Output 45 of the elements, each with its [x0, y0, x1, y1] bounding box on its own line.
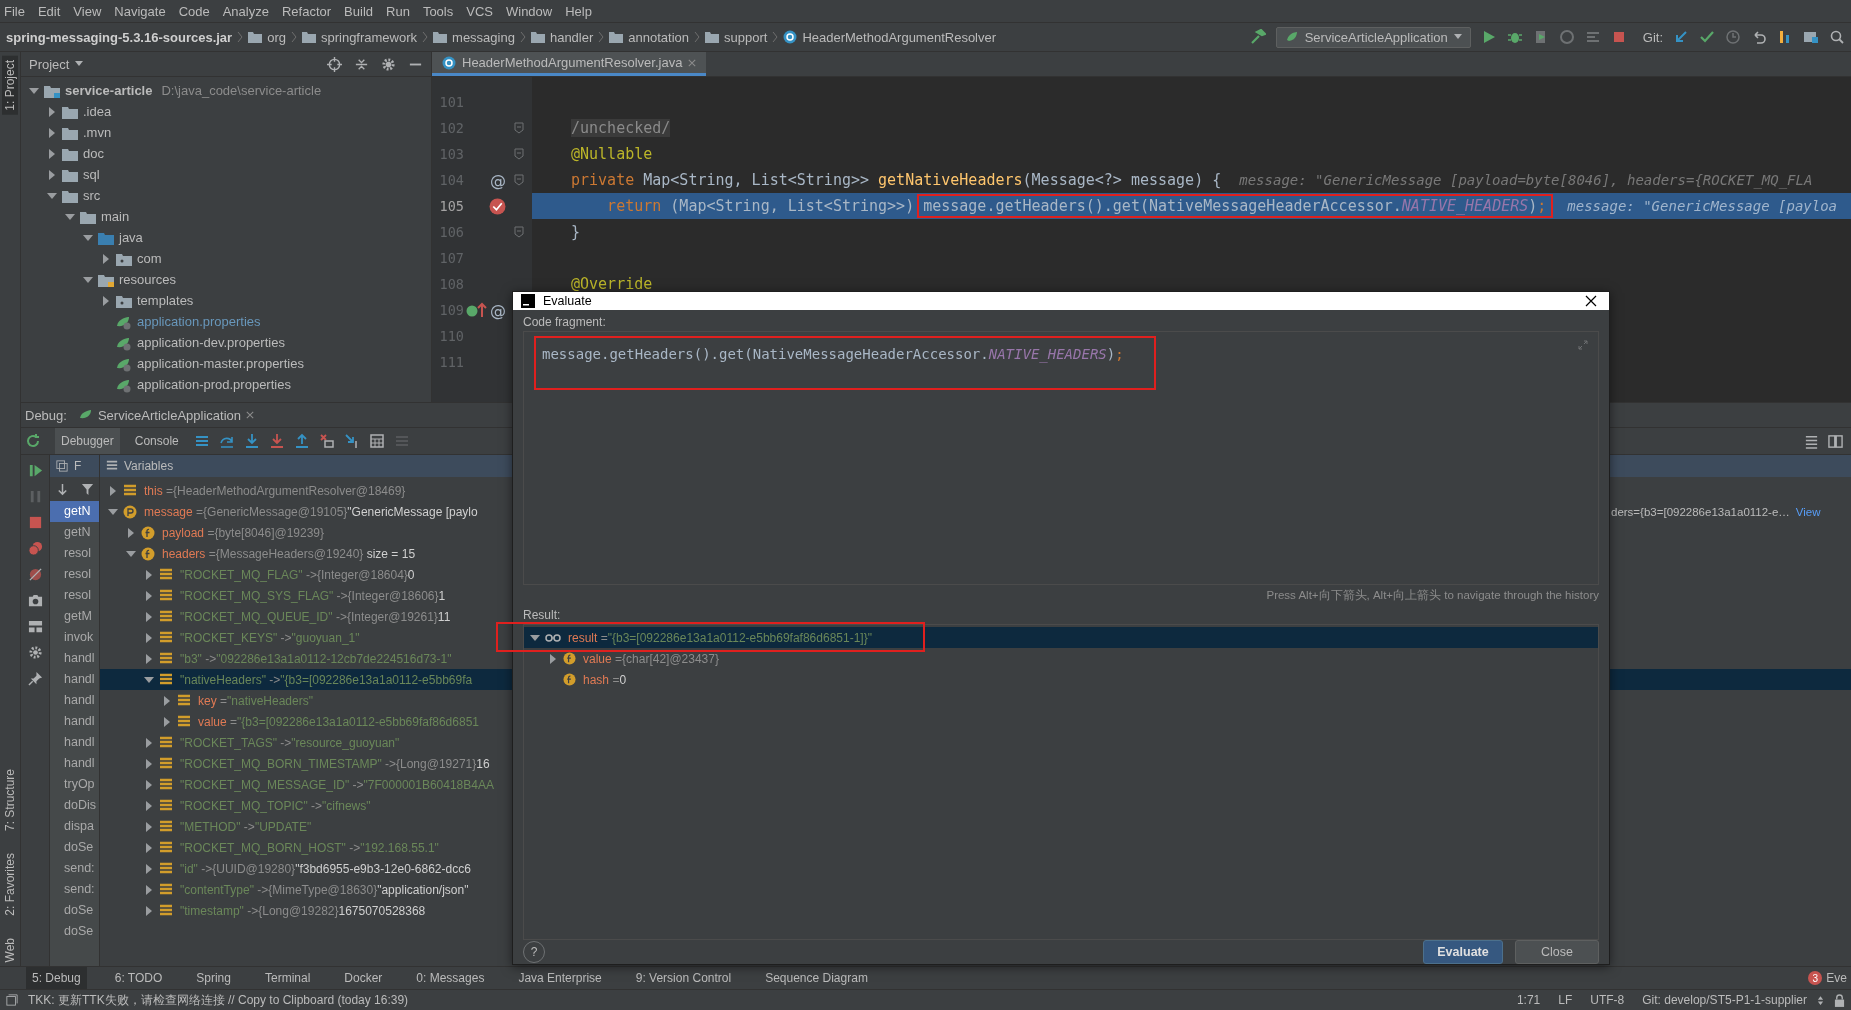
highlighted-code: message.getHeaders().get(NativeMessageHeaderAccessor.NATIVE_HEADERS); [534, 336, 1156, 390]
variable-value: "nativeHeaders" ->"{b3=[092286e13a1a0112-e5bb69fa [180, 672, 473, 687]
status-message: TKK: 更新TTK失败，请检查网络连接 // Copy to Clipboard (today 16:39) [28, 991, 409, 1009]
variable-value: value ="{b3=[092286e13a1a0112-e5bb69faf86d6851 [198, 714, 479, 729]
project-path: D:\java_code\service-article [161, 83, 322, 98]
variable-value: "ROCKET_MQ_BORN_TIMESTAMP" ->{Long@19271}16 [180, 756, 490, 771]
line-number: 105 [438, 198, 465, 214]
code-line: return (Map<String, List<String>>) [606, 197, 915, 215]
variable-value: "id" ->{UUID@19280}"f3bd6955-e9b3-12e0-6862-dcc6 [180, 861, 471, 876]
variable-value: "METHOD" ->"UPDATE" [180, 819, 312, 834]
result-value: result ="{b3=[092286e13a1a0112-e5bb69faf86d6851-1]}" [568, 630, 872, 645]
variable-value: this ={HeaderMethodArgumentResolver@18469} [144, 483, 406, 498]
code-line: private Map<String, List<String>> getNativeHeaders(Message<?> message) { [571, 171, 1222, 189]
result-value: hash =0 [583, 672, 627, 687]
variable-value: "ROCKET_MQ_BORN_HOST" ->"192.168.55.1" [180, 840, 439, 855]
frames-header: F [74, 459, 82, 473]
variable-value: "contentType" ->{MimeType@18630}"application/json" [180, 882, 469, 897]
variable-value: key ="nativeHeaders" [198, 693, 313, 708]
inline-value-hint: message: "GenericMessage [payloa [1567, 198, 1838, 214]
variable-value: "ROCKET_MQ_FLAG" ->{Integer@18604}0 [180, 567, 415, 582]
dialog-title: Evaluate [543, 294, 592, 308]
variable-value: "ROCKET_MQ_MESSAGE_ID" ->"7F000001B60418B4AA [180, 777, 494, 792]
result-value: value ={char[42]@23437} [583, 651, 719, 666]
field-label: Result: [523, 608, 562, 624]
variable-value: "ROCKET_MQ_QUEUE_ID" ->{Integer@19261}11 [180, 609, 451, 624]
variable-value: "ROCKET_MQ_SYS_FLAG" ->{Integer@18606}1 [180, 588, 446, 603]
code-line: } [571, 223, 581, 241]
variable-value: ders={b3=[092286e13a1a0112-e… [1611, 505, 1790, 518]
code-line: @Override [571, 275, 653, 293]
variable-value: payload ={byte[8046]@19239} [162, 525, 325, 540]
variable-value: "ROCKET_TAGS" ->"resource_guoyuan" [180, 735, 400, 750]
field-label: Code fragment: [523, 315, 607, 331]
variable-value: "timestamp" ->{Long@19282}1675070528368 [180, 903, 426, 918]
variable-value: "b3" ->"092286e13a1a0112-12cb7de224516d73-1" [180, 651, 452, 666]
code-line: @Nullable [571, 145, 653, 163]
variable-value: "ROCKET_MQ_TOPIC" ->"cifnews" [180, 798, 371, 813]
git-label: Git: [1642, 29, 1663, 45]
variables-header: Variables [124, 459, 174, 473]
debug-label: Debug: [25, 407, 67, 423]
notification-count: 3 [1808, 971, 1823, 985]
highlighted-code: message.getHeaders().get(NativeMessageHeaderAccessor.NATIVE_HEADERS); [917, 194, 1554, 218]
inline-value-hint: message: "GenericMessage [payload=byte[8046], headers={ROCKET_MQ_FLA [1239, 172, 1813, 188]
variable-value: "ROCKET_KEYS" ->"guoyuan_1" [180, 630, 360, 645]
variable-value: message ={GenericMessage@19105}"GenericMessage [paylo [144, 504, 478, 519]
variable-value: headers ={MessageHeaders@19240} size = 15 [162, 546, 416, 561]
